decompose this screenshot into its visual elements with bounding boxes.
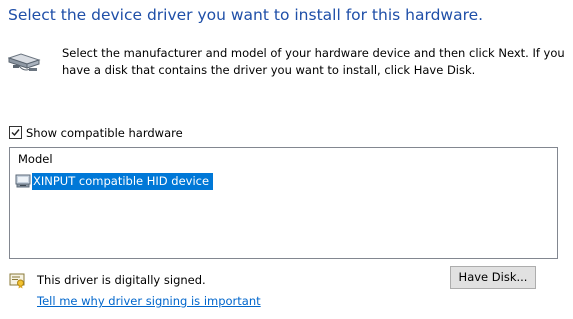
checkmark-icon (11, 129, 20, 137)
signing-status-text: This driver is digitally signed. (37, 273, 206, 287)
model-list[interactable]: Model XINPUT compatible HID device (9, 147, 558, 259)
show-compatible-hardware-checkbox[interactable]: Show compatible hardware (9, 125, 183, 140)
instructions-text: Select the manufacturer and model of you… (62, 46, 565, 77)
show-compatible-hardware-label: Show compatible hardware (26, 125, 183, 140)
list-item-label: XINPUT compatible HID device (32, 172, 214, 190)
have-disk-button[interactable]: Have Disk... (450, 266, 536, 289)
device-icon (15, 173, 31, 189)
checkbox-box[interactable] (9, 126, 22, 139)
driver-signing-link[interactable]: Tell me why driver signing is important (37, 294, 261, 308)
page-title: Select the device driver you want to ins… (8, 6, 484, 24)
list-item[interactable]: XINPUT compatible HID device (15, 172, 214, 190)
hardware-device-icon (7, 52, 42, 74)
certificate-icon (9, 273, 25, 289)
model-column-header: Model (18, 152, 53, 166)
